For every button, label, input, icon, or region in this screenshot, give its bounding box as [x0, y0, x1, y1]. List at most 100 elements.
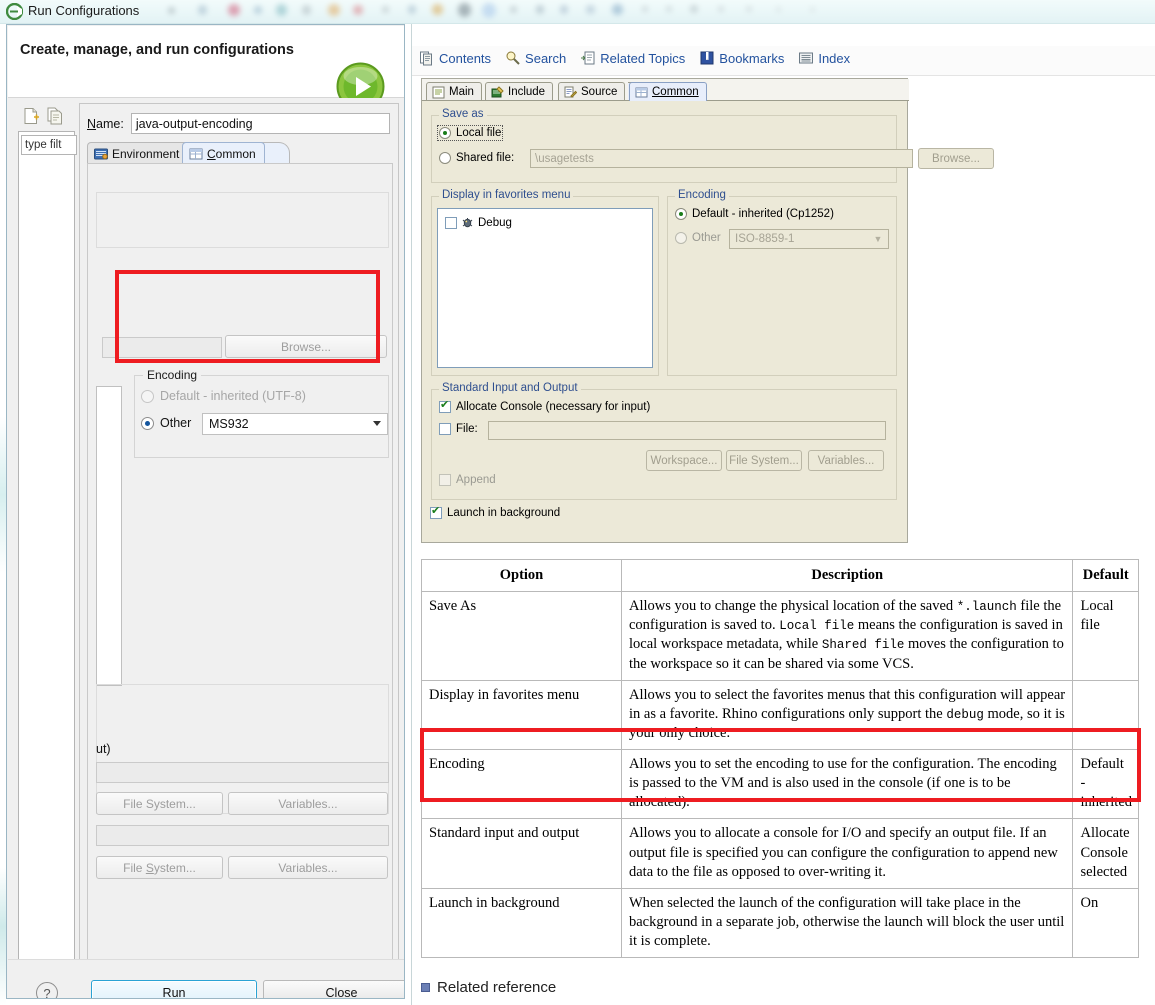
- shared-file-browse-button[interactable]: Browse...: [918, 148, 994, 169]
- help-link-related-topics[interactable]: Related Topics: [580, 50, 685, 66]
- checkbox-box: [439, 474, 451, 486]
- encoding-other-combo[interactable]: ISO-8859-1 ▼: [729, 229, 889, 249]
- favorites-item-label: Debug: [478, 217, 512, 229]
- checkbox-box: [445, 217, 457, 229]
- help-link-search[interactable]: Search: [505, 50, 566, 66]
- bookmarks-icon: [699, 50, 715, 66]
- common-tab-icon: [635, 86, 648, 99]
- radio-shared-file-label: Shared file:: [456, 152, 514, 164]
- encoding-other-value: ISO-8859-1: [735, 233, 794, 245]
- radio-encoding-other-label: Other: [692, 232, 721, 244]
- blurred-toolbar-decoration: [150, 0, 1155, 24]
- shot-tab-main[interactable]: Main: [426, 82, 482, 101]
- table-header-option: Option: [422, 560, 622, 592]
- close-button[interactable]: Close: [263, 980, 405, 999]
- eclipse-logo-icon: [6, 3, 23, 20]
- radio-local-file[interactable]: Local file: [439, 127, 501, 139]
- new-launch-configuration-icon[interactable]: [22, 107, 40, 125]
- related-reference-label: Related reference: [437, 979, 556, 996]
- shared-file-path-input[interactable]: \usagetests: [530, 149, 913, 168]
- output-file-label: File:: [456, 423, 478, 435]
- table-header-default: Default: [1073, 560, 1139, 592]
- radio-encoding-default[interactable]: Default - inherited (UTF-8): [141, 389, 306, 403]
- help-link-contents[interactable]: Contents: [419, 50, 491, 66]
- run-button[interactable]: Run: [91, 980, 257, 999]
- favorites-list-item-debug[interactable]: Debug: [445, 216, 512, 229]
- favorites-listbox[interactable]: Debug: [437, 208, 653, 368]
- shot-tab-label: Include: [508, 86, 545, 98]
- help-question-icon[interactable]: ?: [36, 982, 58, 999]
- help-link-label: Search: [525, 51, 566, 66]
- radio-encoding-other[interactable]: Other: [141, 416, 191, 430]
- dialog-header-title: Create, manage, and run configurations: [20, 42, 294, 58]
- encoding-other-value: MS932: [209, 417, 249, 431]
- clipped-second-input[interactable]: [96, 825, 389, 846]
- checkbox-output-file[interactable]: File:: [439, 423, 478, 435]
- related-topics-icon: [580, 50, 596, 66]
- duplicate-launch-configuration-icon[interactable]: [46, 107, 64, 125]
- file-system-button[interactable]: File System...: [726, 450, 802, 471]
- screenshot-body: Save as Local file Shared file: \usagete…: [422, 101, 907, 542]
- radio-encoding-other[interactable]: Other: [675, 232, 721, 244]
- dialog-header: Create, manage, and run configurations: [8, 26, 405, 98]
- variables-button[interactable]: Variables...: [808, 450, 884, 471]
- checkbox-allocate-console[interactable]: Allocate Console (necessary for input): [439, 401, 650, 413]
- chevron-down-icon: [373, 421, 381, 426]
- dialog-tab-environment[interactable]: Environment: [87, 142, 188, 164]
- screenshot-tabstrip: Main Include Source: [422, 79, 909, 101]
- shot-tab-common[interactable]: Common: [629, 82, 707, 101]
- table-row: Launch in backgroundWhen selected the la…: [422, 888, 1139, 957]
- table-cell-option: Launch in background: [422, 888, 622, 957]
- workspace-button[interactable]: Workspace...: [646, 450, 722, 471]
- table-cell-default: On: [1073, 888, 1139, 957]
- help-links-bar: Contents Search Related Topics: [419, 50, 864, 66]
- table-row: Standard input and outputAllows you to a…: [422, 819, 1139, 888]
- clipped-favorites-listbox[interactable]: [96, 386, 122, 686]
- help-toolbar-divider: [412, 75, 1155, 76]
- table-row: EncodingAllows you to set the encoding t…: [422, 750, 1139, 819]
- embedded-common-tab-screenshot: Main Include Source: [421, 78, 908, 543]
- contents-icon: [419, 50, 435, 66]
- help-link-label: Index: [818, 51, 850, 66]
- help-link-bookmarks[interactable]: Bookmarks: [699, 50, 784, 66]
- related-reference-heading: Related reference: [421, 979, 556, 996]
- table-cell-option: Encoding: [422, 750, 622, 819]
- table-cell-description: When selected the launch of the configur…: [622, 888, 1073, 957]
- radio-shared-file[interactable]: Shared file:: [439, 152, 514, 164]
- variables-button-1[interactable]: Variables...: [228, 792, 388, 815]
- config-name-row: Name: java-output-encoding: [87, 113, 390, 134]
- environment-tab-icon: [94, 147, 108, 161]
- output-file-input[interactable]: [488, 421, 886, 440]
- variables-button-2[interactable]: Variables...: [228, 856, 388, 879]
- encoding-other-combo[interactable]: MS932: [202, 413, 388, 435]
- launch-in-background-label: Launch in background: [447, 507, 560, 519]
- checkbox-append[interactable]: Append: [439, 474, 496, 486]
- clipped-path-input[interactable]: [102, 337, 222, 358]
- clipped-output-file-input[interactable]: [96, 762, 389, 783]
- table-cell-default: Allocate Console selected: [1073, 819, 1139, 888]
- checkbox-launch-in-background[interactable]: Launch in background: [430, 507, 560, 519]
- shot-tab-source[interactable]: Source: [558, 82, 625, 101]
- dialog-tab-common[interactable]: Common: [182, 142, 265, 164]
- checkbox-box: [430, 507, 442, 519]
- radio-local-file-label: Local file: [456, 127, 501, 139]
- encoding-group-title: Encoding: [143, 368, 201, 382]
- launch-config-tree[interactable]: [18, 131, 75, 966]
- help-link-index[interactable]: Index: [798, 50, 850, 66]
- stdio-group-title: Standard Input and Output: [439, 382, 581, 394]
- filter-input[interactable]: type filt: [21, 135, 77, 155]
- radio-encoding-default[interactable]: Default - inherited (Cp1252): [675, 208, 834, 220]
- radio-dot: [439, 127, 451, 139]
- save-as-group-title: Save as: [439, 108, 487, 120]
- browse-button[interactable]: Browse...: [225, 335, 387, 358]
- table-cell-description: Allows you to allocate a console for I/O…: [622, 819, 1073, 888]
- config-name-input[interactable]: java-output-encoding: [131, 113, 390, 134]
- file-system-button-1[interactable]: File System...: [96, 792, 223, 815]
- table-cell-option: Save As: [422, 592, 622, 681]
- workbench-title: Run Configurations: [28, 3, 139, 18]
- append-label: Append: [456, 474, 496, 486]
- table-cell-default: Local file: [1073, 592, 1139, 681]
- options-table: Option Description Default Save AsAllows…: [421, 559, 1139, 958]
- file-system-button-2[interactable]: File System...: [96, 856, 223, 879]
- shot-tab-include[interactable]: Include: [485, 82, 553, 101]
